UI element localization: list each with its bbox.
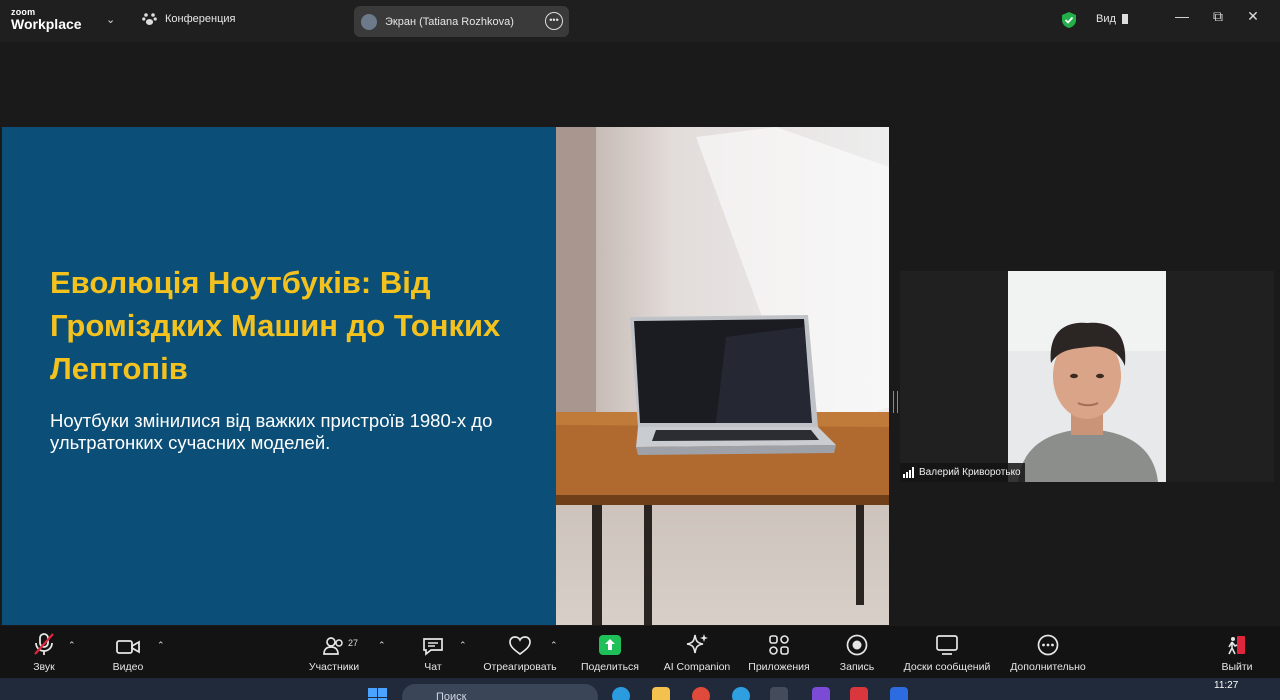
audio-button[interactable]: Звук [24, 626, 64, 678]
participant-camera [1008, 271, 1166, 482]
react-label: Отреагировать [483, 661, 557, 673]
chrome-icon[interactable] [692, 687, 710, 700]
apps-label: Приложения [748, 661, 810, 673]
slide-title: Еволюція Ноутбуків: Від Громіздких Машин… [50, 265, 501, 386]
edge-icon[interactable] [612, 687, 630, 700]
security-shield-icon[interactable] [1061, 11, 1077, 29]
record-label: Запись [839, 661, 875, 673]
record-icon [846, 634, 868, 656]
shared-slide: Еволюція Ноутбуків: Від Громіздких Машин… [2, 127, 889, 625]
view-layout-icon [1121, 14, 1130, 24]
paw-icon [142, 13, 157, 25]
more-label: Дополнительно [1010, 661, 1086, 673]
mic-muted-icon [34, 633, 54, 655]
participant-video-tile[interactable]: Валерий Криворотько [900, 271, 1274, 482]
share-label: Поделиться [581, 661, 639, 673]
leave-icon [1228, 636, 1245, 655]
video-button[interactable]: Видео [108, 626, 148, 678]
windows-start-icon[interactable] [368, 688, 388, 700]
ai-companion-label: AI Companion [663, 661, 731, 673]
resize-handle[interactable] [893, 391, 898, 413]
title-bar: zoom Workplace ⌄ Конференция Экран (Tati… [0, 0, 1280, 42]
close-icon[interactable]: ✕ [1238, 8, 1268, 25]
apps-icon [769, 635, 789, 655]
more-icon [1037, 634, 1059, 656]
signal-strength-icon [903, 467, 914, 478]
chat-label: Чат [424, 661, 442, 673]
participants-options-chevron-icon[interactable]: ⌃ [378, 640, 386, 651]
camera-icon [116, 640, 140, 654]
folder-icon[interactable] [652, 687, 670, 700]
meeting-stage: Еволюція Ноутбуків: Від Громіздких Машин… [0, 42, 1280, 626]
more-button[interactable]: Дополнительно [1006, 626, 1090, 678]
participants-count: 27 [348, 638, 359, 648]
participants-icon [323, 637, 343, 655]
grid-app-icon[interactable] [770, 687, 788, 700]
participants-button[interactable]: Участники [304, 626, 364, 678]
logo-brand-bottom: Workplace [11, 16, 82, 32]
whiteboards-button[interactable]: Доски сообщений [898, 626, 996, 678]
chat-icon [423, 638, 443, 656]
apps-button[interactable]: Приложения [744, 626, 814, 678]
view-label: Вид [1096, 13, 1116, 25]
meeting-label: Конференция [165, 13, 236, 25]
react-options-chevron-icon[interactable]: ⌃ [550, 640, 558, 651]
react-button[interactable]: Отреагировать [480, 626, 560, 678]
meeting-info-button[interactable]: Конференция [142, 12, 235, 26]
video-label: Видео [112, 661, 144, 673]
chevron-down-icon[interactable]: ⌄ [106, 13, 115, 26]
taskbar-search-input[interactable]: Поиск [402, 684, 598, 700]
sparkle-icon [686, 634, 708, 654]
audio-label: Звук [33, 661, 55, 673]
zoom-logo: zoom Workplace [11, 8, 82, 32]
avatar [361, 13, 377, 30]
participant-name: Валерий Криворотько [919, 467, 1021, 478]
restore-icon[interactable]: ⧉ [1203, 8, 1233, 25]
slide-subtitle: Ноутбуки змінилися від важких пристроїв … [50, 410, 493, 453]
store-icon[interactable] [850, 687, 868, 700]
share-label: Экран (Tatiana Rozhkova) [385, 15, 514, 28]
zoom-app-icon[interactable] [890, 687, 908, 700]
minimize-icon[interactable]: — [1167, 8, 1197, 24]
whiteboards-label: Доски сообщений [903, 661, 991, 673]
whiteboard-icon [936, 635, 958, 655]
laptop-photo [556, 127, 889, 625]
viber-icon[interactable] [812, 687, 830, 700]
more-options-icon[interactable]: ••• [545, 12, 563, 30]
taskbar-clock: 11:27 [1214, 680, 1239, 691]
share-button[interactable]: Поделиться [578, 626, 642, 678]
leave-button[interactable]: Выйти [1218, 626, 1256, 678]
telegram-icon[interactable] [732, 687, 750, 700]
screen-share-indicator[interactable]: Экран (Tatiana Rozhkova) ••• [354, 6, 569, 37]
chat-options-chevron-icon[interactable]: ⌃ [459, 640, 467, 651]
video-options-chevron-icon[interactable]: ⌃ [157, 640, 165, 651]
chat-button[interactable]: Чат [418, 626, 448, 678]
audio-options-chevron-icon[interactable]: ⌃ [68, 640, 76, 651]
record-button[interactable]: Запись [836, 626, 878, 678]
participant-nameplate: Валерий Криворотько [900, 463, 1025, 482]
participants-label: Участники [308, 661, 360, 673]
taskbar-search-placeholder: Поиск [436, 691, 467, 700]
meeting-toolbar: Звук ⌃ Видео ⌃ Участники 27 ⌃ Чат ⌃ Отре… [0, 626, 1280, 678]
ai-companion-button[interactable]: AI Companion [660, 626, 734, 678]
heart-icon [509, 636, 531, 656]
view-button[interactable]: Вид [1096, 13, 1130, 25]
leave-label: Выйти [1221, 661, 1253, 673]
os-taskbar: Поиск 11:27 [0, 678, 1280, 700]
share-screen-icon [599, 635, 621, 655]
